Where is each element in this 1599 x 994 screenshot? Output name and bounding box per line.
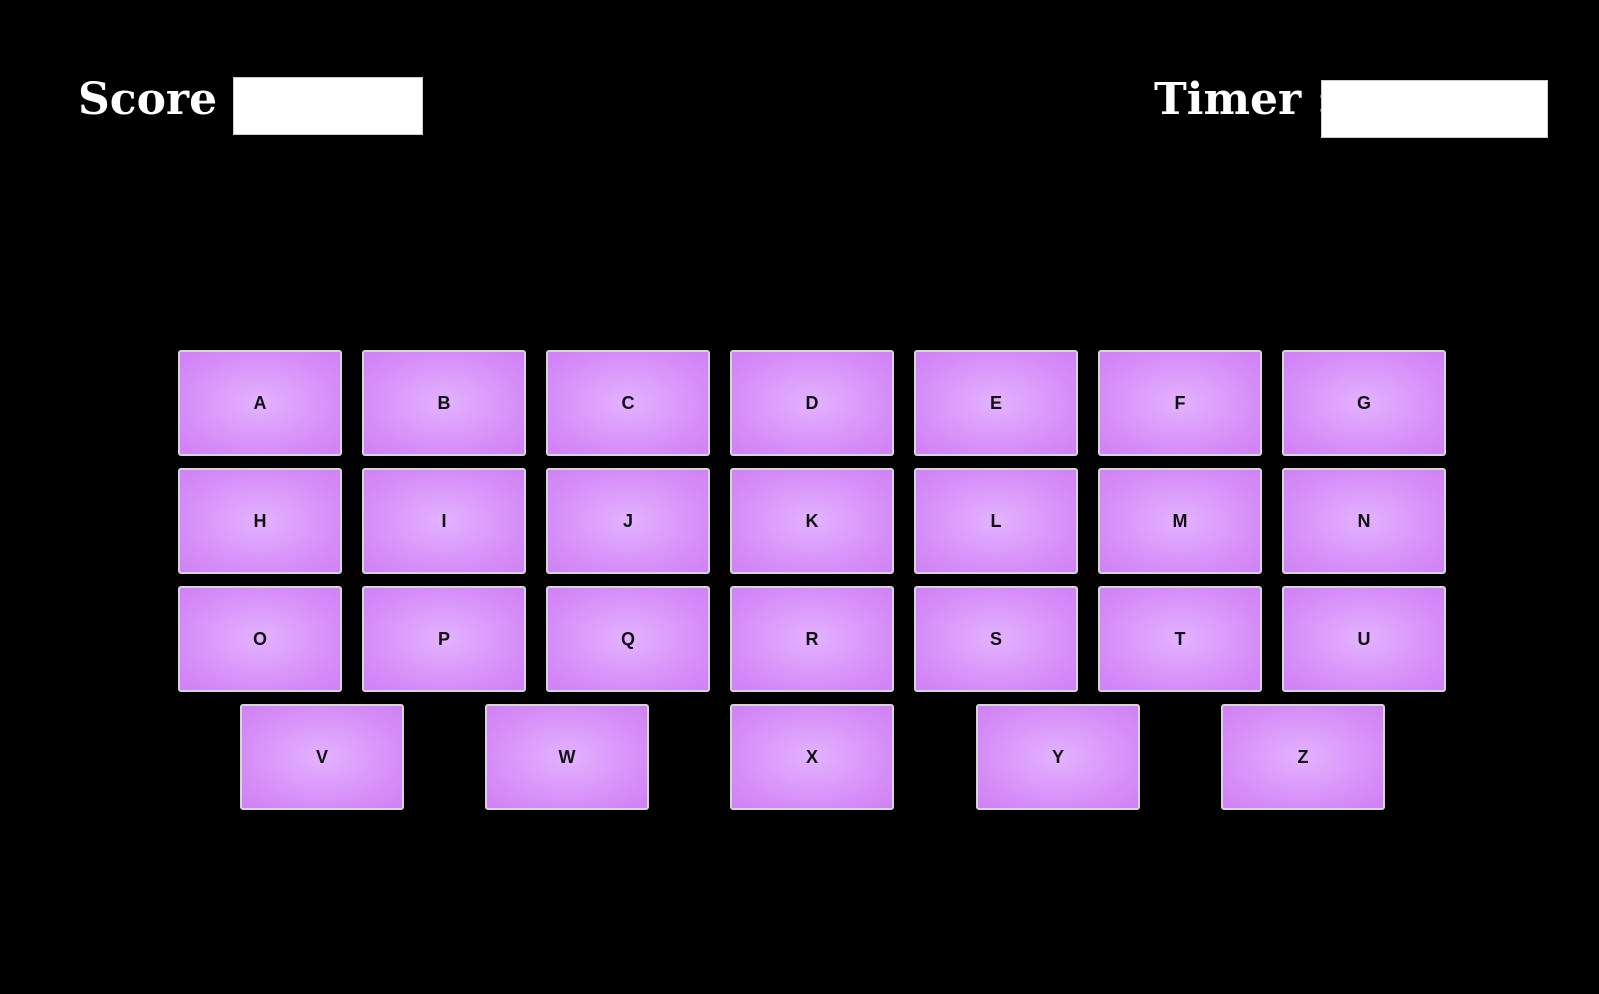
letter-key-b[interactable]: B (362, 350, 526, 456)
letter-key-y[interactable]: Y (976, 704, 1140, 810)
letter-key-f[interactable]: F (1098, 350, 1262, 456)
timer-display (1321, 80, 1548, 138)
letter-key-u[interactable]: U (1282, 586, 1446, 692)
letter-key-k[interactable]: K (730, 468, 894, 574)
score-display (233, 77, 423, 135)
letter-key-t[interactable]: T (1098, 586, 1262, 692)
letter-key-a[interactable]: A (178, 350, 342, 456)
score-label: Score : (78, 74, 249, 125)
letter-key-j[interactable]: J (546, 468, 710, 574)
letter-key-c[interactable]: C (546, 350, 710, 456)
letter-key-v[interactable]: V (240, 704, 404, 810)
letter-key-n[interactable]: N (1282, 468, 1446, 574)
letter-key-l[interactable]: L (914, 468, 1078, 574)
letter-key-x[interactable]: X (730, 704, 894, 810)
game-screen: Score : Timer : A B C D E F G H I J K L … (0, 0, 1599, 994)
letter-key-r[interactable]: R (730, 586, 894, 692)
letter-key-m[interactable]: M (1098, 468, 1262, 574)
letter-key-o[interactable]: O (178, 586, 342, 692)
letter-key-g[interactable]: G (1282, 350, 1446, 456)
letter-key-q[interactable]: Q (546, 586, 710, 692)
letter-key-i[interactable]: I (362, 468, 526, 574)
letter-key-p[interactable]: P (362, 586, 526, 692)
timer-label: Timer : (1154, 74, 1333, 125)
letter-key-s[interactable]: S (914, 586, 1078, 692)
letter-key-z[interactable]: Z (1221, 704, 1385, 810)
letter-key-d[interactable]: D (730, 350, 894, 456)
letter-key-e[interactable]: E (914, 350, 1078, 456)
letter-key-w[interactable]: W (485, 704, 649, 810)
letter-key-h[interactable]: H (178, 468, 342, 574)
